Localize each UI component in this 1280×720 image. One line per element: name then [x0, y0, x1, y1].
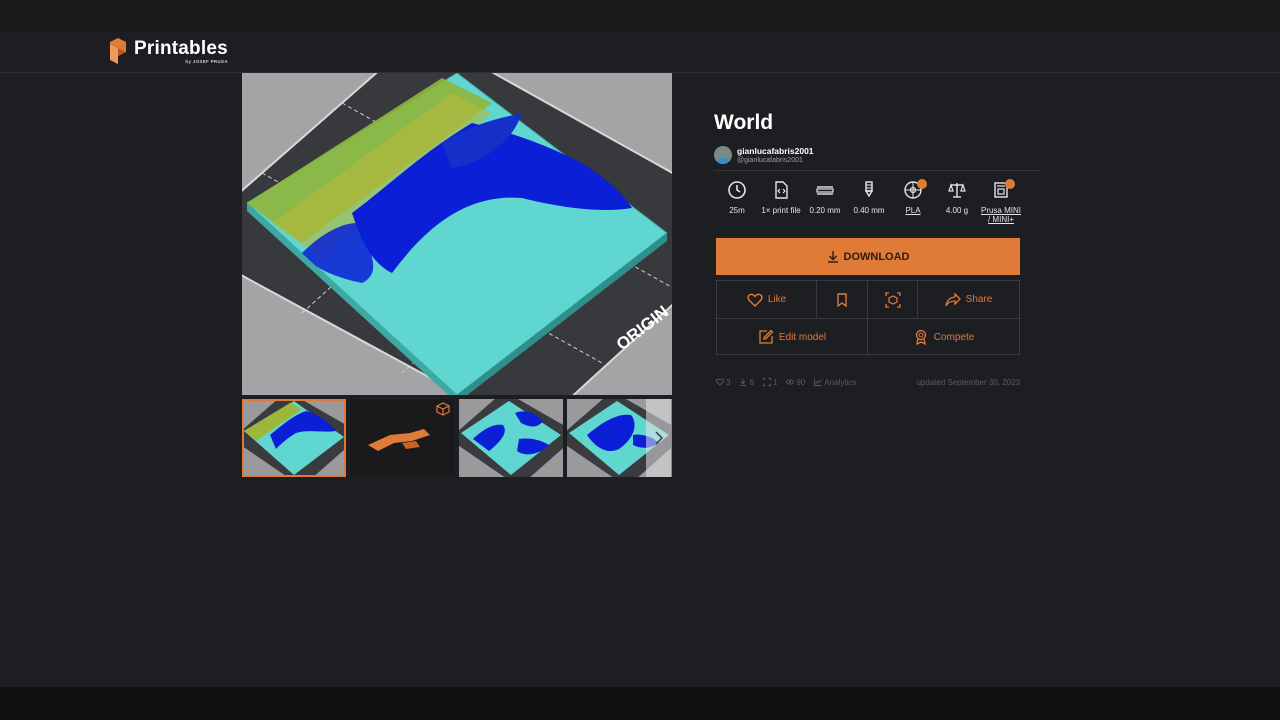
main-model-image[interactable]: ORIGIN: [242, 73, 672, 395]
author-name: gianlucafabris2001: [737, 145, 814, 156]
stat-views: 90: [786, 378, 805, 387]
model-stats: 3 6 1 90 Analytics updated September 30,…: [716, 376, 1020, 388]
browser-top-strip: [0, 0, 1280, 31]
author-handle: @gianlucafabris2001: [737, 156, 803, 164]
thumbnail-strip: [242, 399, 672, 477]
scale-icon: [948, 183, 966, 198]
like-button[interactable]: Like: [717, 281, 817, 318]
share-button[interactable]: Share: [918, 281, 1019, 318]
like-label: Like: [767, 294, 787, 305]
author-level-badge: [718, 158, 728, 164]
model-render-image: ORIGIN: [242, 73, 672, 395]
param-layer-height: 0.20 mm: [803, 180, 847, 230]
make-button[interactable]: [868, 281, 918, 318]
analytics-link[interactable]: Analytics: [814, 378, 856, 387]
edit-icon: [759, 329, 774, 344]
clock-icon: [728, 181, 746, 199]
param-nozzle-value: 0.40 mm: [853, 206, 885, 215]
material-badge: [917, 179, 927, 189]
stat-makes: 1: [762, 377, 778, 387]
author-link[interactable]: gianlucafabris2001 @gianlucafabris2001: [714, 143, 1020, 167]
stat-likes: 3: [716, 378, 730, 387]
stat-downloads-value: 6: [749, 377, 754, 387]
share-icon: [945, 291, 961, 306]
thumbnail-3-image: [459, 399, 563, 477]
3d-model-cube-icon: [436, 402, 450, 416]
param-print-files: 1× print file: [759, 180, 803, 230]
compete-button[interactable]: Compete: [868, 319, 1019, 355]
param-weight-value: 4.00 g: [945, 206, 969, 215]
thumbnail-3[interactable]: [459, 399, 563, 477]
file-code-icon: [775, 181, 788, 199]
stat-downloads: 6: [739, 377, 754, 387]
model-detail-panel: World gianlucafabris2001 @gianlucafabris…: [714, 108, 1040, 171]
thumbnail-1-image: [242, 399, 346, 477]
heart-icon: [716, 378, 724, 386]
nozzle-icon: [864, 181, 874, 198]
stat-views-value: 90: [796, 377, 806, 387]
param-layer-height-value: 0.20 mm: [809, 206, 841, 215]
eye-icon: [786, 379, 795, 385]
printables-logo[interactable]: Printables by JOSEF PRUSA: [108, 38, 228, 64]
author-avatar: [714, 146, 732, 164]
printer-badge: [1005, 179, 1015, 189]
download-icon: [740, 378, 747, 386]
edit-model-button[interactable]: Edit model: [717, 319, 868, 355]
param-material[interactable]: PLA: [891, 179, 935, 230]
model-gallery: ORIGIN: [242, 73, 672, 477]
action-grid: Like Share Edit model Compete: [716, 280, 1020, 355]
header-divider: [714, 170, 1040, 171]
bookmark-icon: [837, 292, 847, 307]
param-material-value[interactable]: PLA: [905, 206, 920, 215]
param-print-files-value: 1× print file: [761, 206, 801, 215]
chart-icon: [814, 378, 823, 386]
share-label: Share: [965, 294, 993, 305]
site-header: Printables by JOSEF PRUSA: [0, 31, 1280, 73]
param-print-time-value: 25m: [729, 206, 745, 215]
download-label: DOWNLOAD: [843, 250, 910, 263]
page-footer-strip: [0, 687, 1280, 720]
make-print-icon: [762, 378, 771, 386]
bookmark-button[interactable]: [817, 281, 868, 318]
logo-wordmark: Printables: [134, 37, 228, 59]
param-printer[interactable]: Prusa MINI / MINI+: [979, 179, 1023, 230]
printables-logo-icon: [110, 38, 126, 64]
param-print-time: 25m: [715, 180, 759, 230]
analytics-label: Analytics: [824, 377, 857, 387]
updated-date: updated September 30, 2023: [916, 377, 1020, 387]
model-title: World: [714, 111, 774, 134]
logo-subtitle: by JOSEF PRUSA: [185, 58, 228, 64]
stat-likes-value: 3: [726, 377, 731, 387]
award-icon: [915, 329, 926, 345]
heart-icon: [747, 293, 763, 307]
thumbnail-2[interactable]: [350, 399, 454, 477]
download-button[interactable]: DOWNLOAD: [716, 238, 1020, 275]
param-printer-value[interactable]: Prusa MINI / MINI+: [979, 206, 1023, 224]
thumbnail-1[interactable]: [242, 399, 346, 477]
compete-label: Compete: [933, 331, 975, 343]
download-icon: [827, 251, 838, 263]
edit-model-label: Edit model: [778, 331, 827, 343]
stat-makes-value: 1: [772, 377, 778, 387]
param-weight: 4.00 g: [935, 180, 979, 230]
param-nozzle: 0.40 mm: [847, 180, 891, 230]
chevron-right-icon: [655, 431, 664, 445]
layer-height-icon: [816, 186, 834, 195]
gallery-next-button[interactable]: [646, 399, 672, 477]
make-print-icon: [884, 291, 901, 308]
print-parameters: 25m 1× print file 0.20 mm 0.40 mm PLA 4.…: [715, 179, 1023, 230]
